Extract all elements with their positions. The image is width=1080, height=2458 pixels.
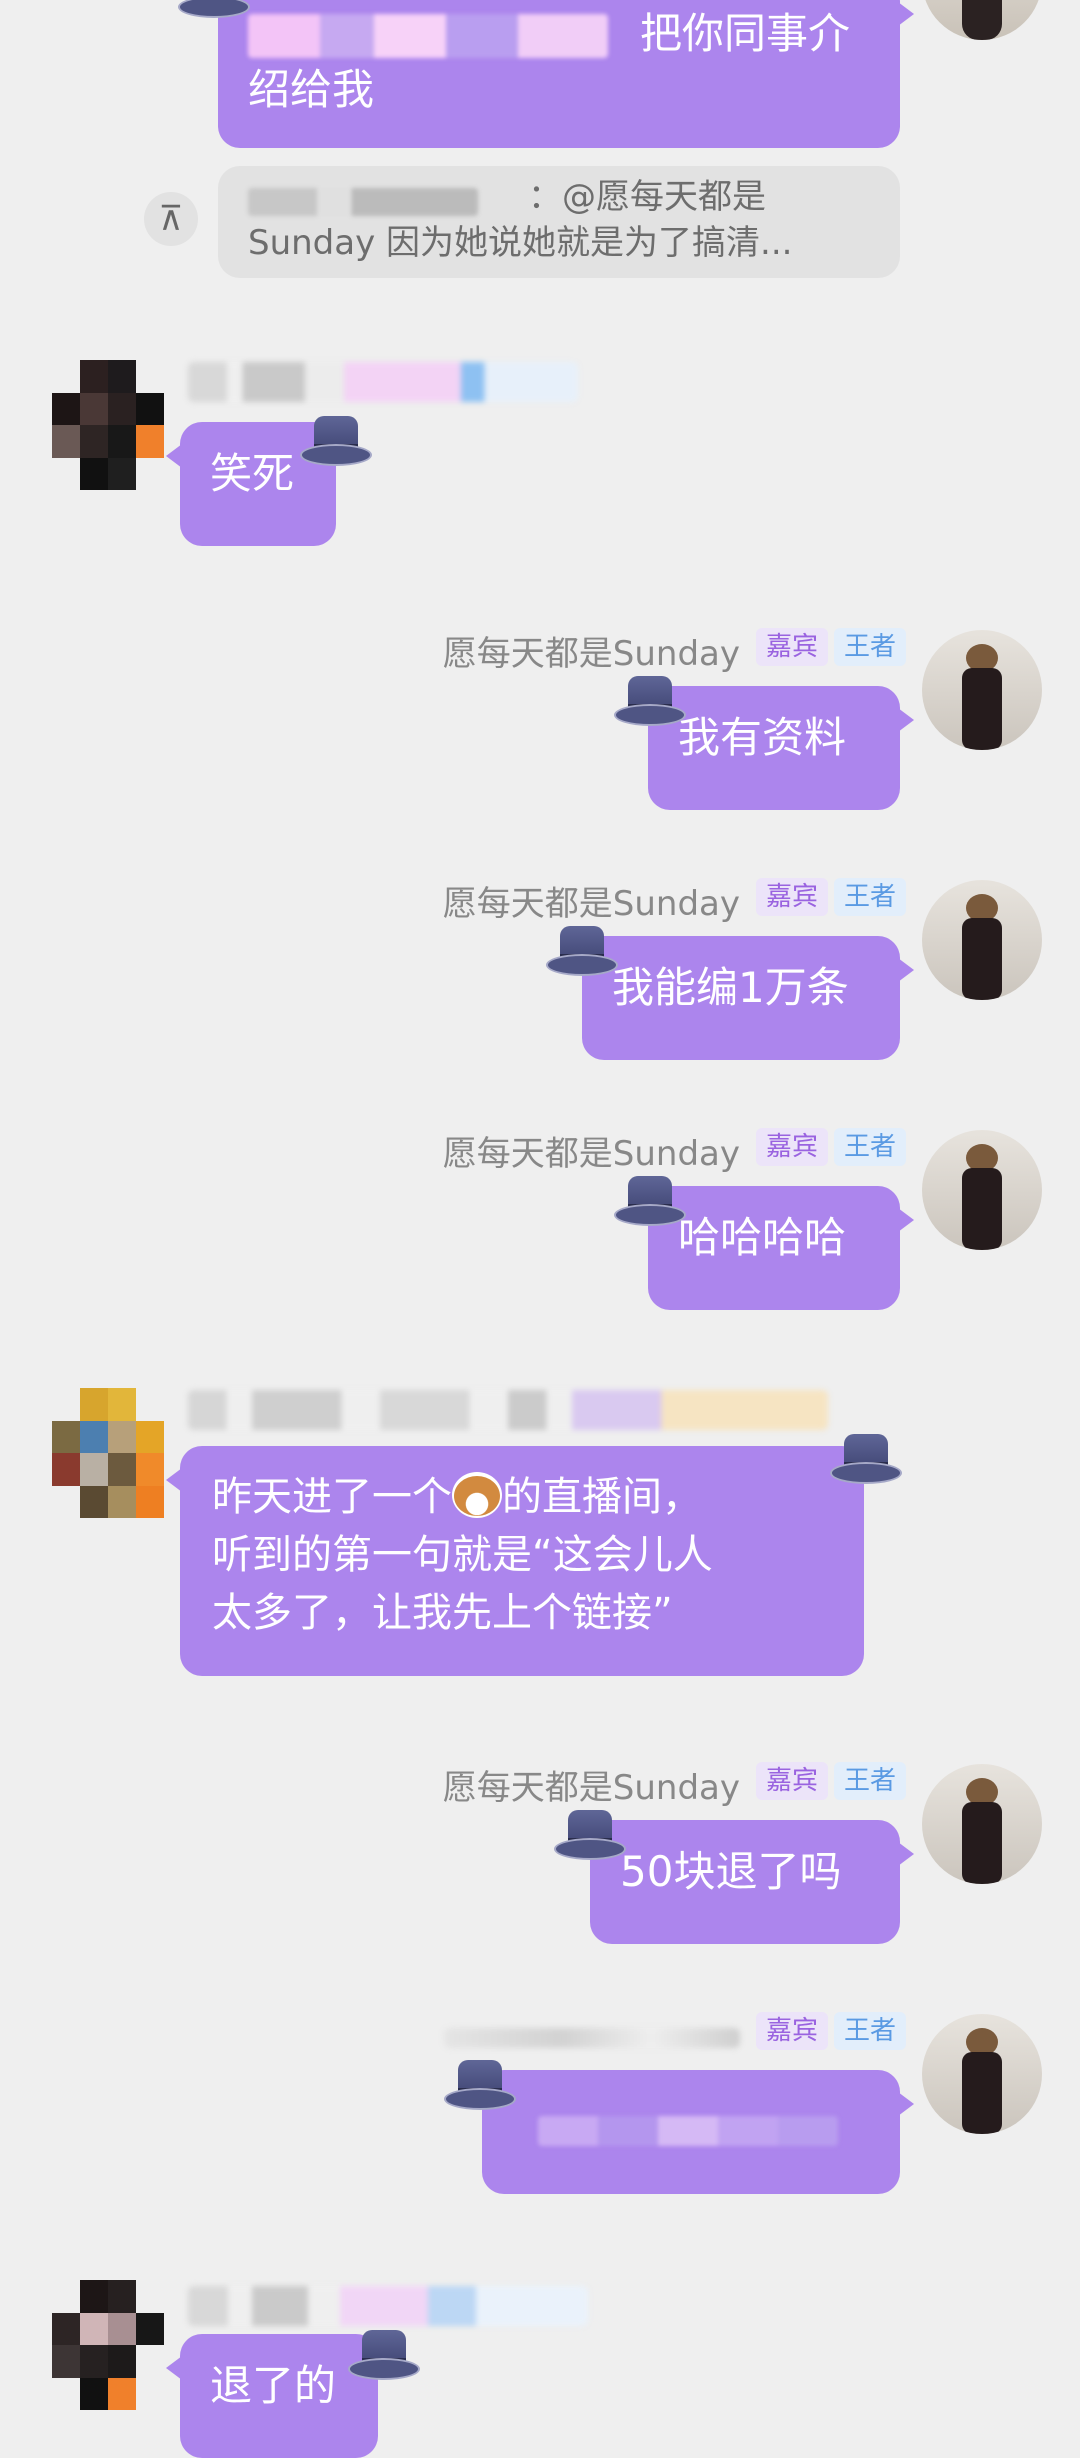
avatar[interactable]	[922, 880, 1042, 1000]
badge-king: 王者	[834, 628, 907, 666]
message-bubble[interactable]: 把你同事介 绍给我	[218, 0, 914, 148]
message-text: 把你同事介	[640, 9, 851, 58]
message-line: 听到的第一句就是“这会儿人	[212, 1532, 713, 1578]
top-hat-icon	[554, 1802, 626, 1860]
avatar[interactable]	[52, 360, 164, 490]
message-text: 绍给我	[248, 65, 375, 114]
dog-face-icon	[452, 1472, 502, 1518]
avatar[interactable]	[922, 2014, 1042, 2134]
quoted-message[interactable]: ：@愿每天都是 Sunday 因为她说她就是为了搞清...	[218, 166, 900, 278]
message-bubble[interactable]: 50块退了吗	[590, 1820, 914, 1944]
avatar[interactable]	[52, 1388, 164, 1518]
message-row: 愿每天都是Sunday 嘉宾 王者 哈哈哈哈	[0, 1120, 1080, 1320]
avatar[interactable]	[52, 2280, 164, 2410]
top-hat-icon	[348, 2322, 420, 2380]
redacted-nickname	[188, 2286, 588, 2326]
message-bubble[interactable]: 我能编1万条	[582, 936, 914, 1060]
avatar[interactable]	[922, 1130, 1042, 1250]
badge-king: 王者	[834, 1128, 907, 1166]
avatar[interactable]	[922, 1764, 1042, 1884]
sender-name: 愿每天都是Sunday	[442, 634, 740, 674]
message-bubble[interactable]: 昨天进了一个 的直播间， 听到的第一句就是“这会儿人 太多了，让我先上个链接”	[166, 1446, 864, 1676]
pin-top-icon[interactable]: ⊼	[144, 192, 198, 246]
avatar[interactable]	[922, 0, 1042, 40]
message-row: 愿每天都是Sunday 嘉宾 王者 我有资料	[0, 620, 1080, 820]
message-row: 昨天进了一个 的直播间， 听到的第一句就是“这会儿人 太多了，让我先上个链接”	[0, 1380, 1080, 1680]
badge-guest: 嘉宾	[756, 2012, 829, 2050]
chat-view: 把你同事介 绍给我 ⊼ ：@愿每天都是 Sunday 因为她说她就是为了搞清..…	[0, 0, 1080, 2458]
redacted-text	[538, 2116, 838, 2146]
badge-guest: 嘉宾	[756, 878, 829, 916]
top-hat-icon	[614, 668, 686, 726]
message-row: 笑死	[0, 350, 1080, 550]
message-text: 我有资料	[678, 713, 847, 762]
message-row: 把你同事介 绍给我	[0, 0, 1080, 160]
message-row: 愿每天都是Sunday 嘉宾 王者 我能编1万条	[0, 870, 1080, 1070]
redacted-nickname	[188, 1390, 828, 1430]
badge-guest: 嘉宾	[756, 1762, 829, 1800]
message-bubble[interactable]	[482, 2070, 914, 2194]
redacted-text	[248, 14, 608, 58]
badge-king: 王者	[834, 878, 907, 916]
sender-name: 愿每天都是Sunday	[442, 1134, 740, 1174]
top-hat-icon	[614, 1168, 686, 1226]
badge-guest: 嘉宾	[756, 628, 829, 666]
message-row: 退了的	[0, 2276, 1080, 2458]
message-text: 退了的	[210, 2361, 337, 2410]
badge-king: 王者	[834, 1762, 907, 1800]
top-hat-icon	[444, 2052, 516, 2110]
message-line: 太多了，让我先上个链接”	[212, 1590, 673, 1636]
redacted-nickname	[444, 2028, 740, 2048]
top-hat-icon	[546, 918, 618, 976]
message-text: 50块退了吗	[620, 1847, 842, 1896]
message-row: 嘉宾 王者	[0, 2004, 1080, 2204]
top-hat-icon	[300, 408, 372, 466]
badge-guest: 嘉宾	[756, 1128, 829, 1166]
message-row: 愿每天都是Sunday 嘉宾 王者 50块退了吗	[0, 1754, 1080, 1954]
redacted-nickname	[188, 362, 578, 402]
message-text: 我能编1万条	[612, 963, 849, 1012]
message-text: 哈哈哈哈	[678, 1213, 847, 1262]
message-line: 昨天进了一个 的直播间，	[212, 1472, 702, 1520]
avatar[interactable]	[922, 630, 1042, 750]
message-text: 笑死	[210, 449, 295, 498]
badge-king: 王者	[834, 2012, 907, 2050]
redacted-text	[248, 188, 478, 216]
top-hat-icon	[830, 1426, 902, 1484]
top-hat-icon	[178, 0, 250, 18]
